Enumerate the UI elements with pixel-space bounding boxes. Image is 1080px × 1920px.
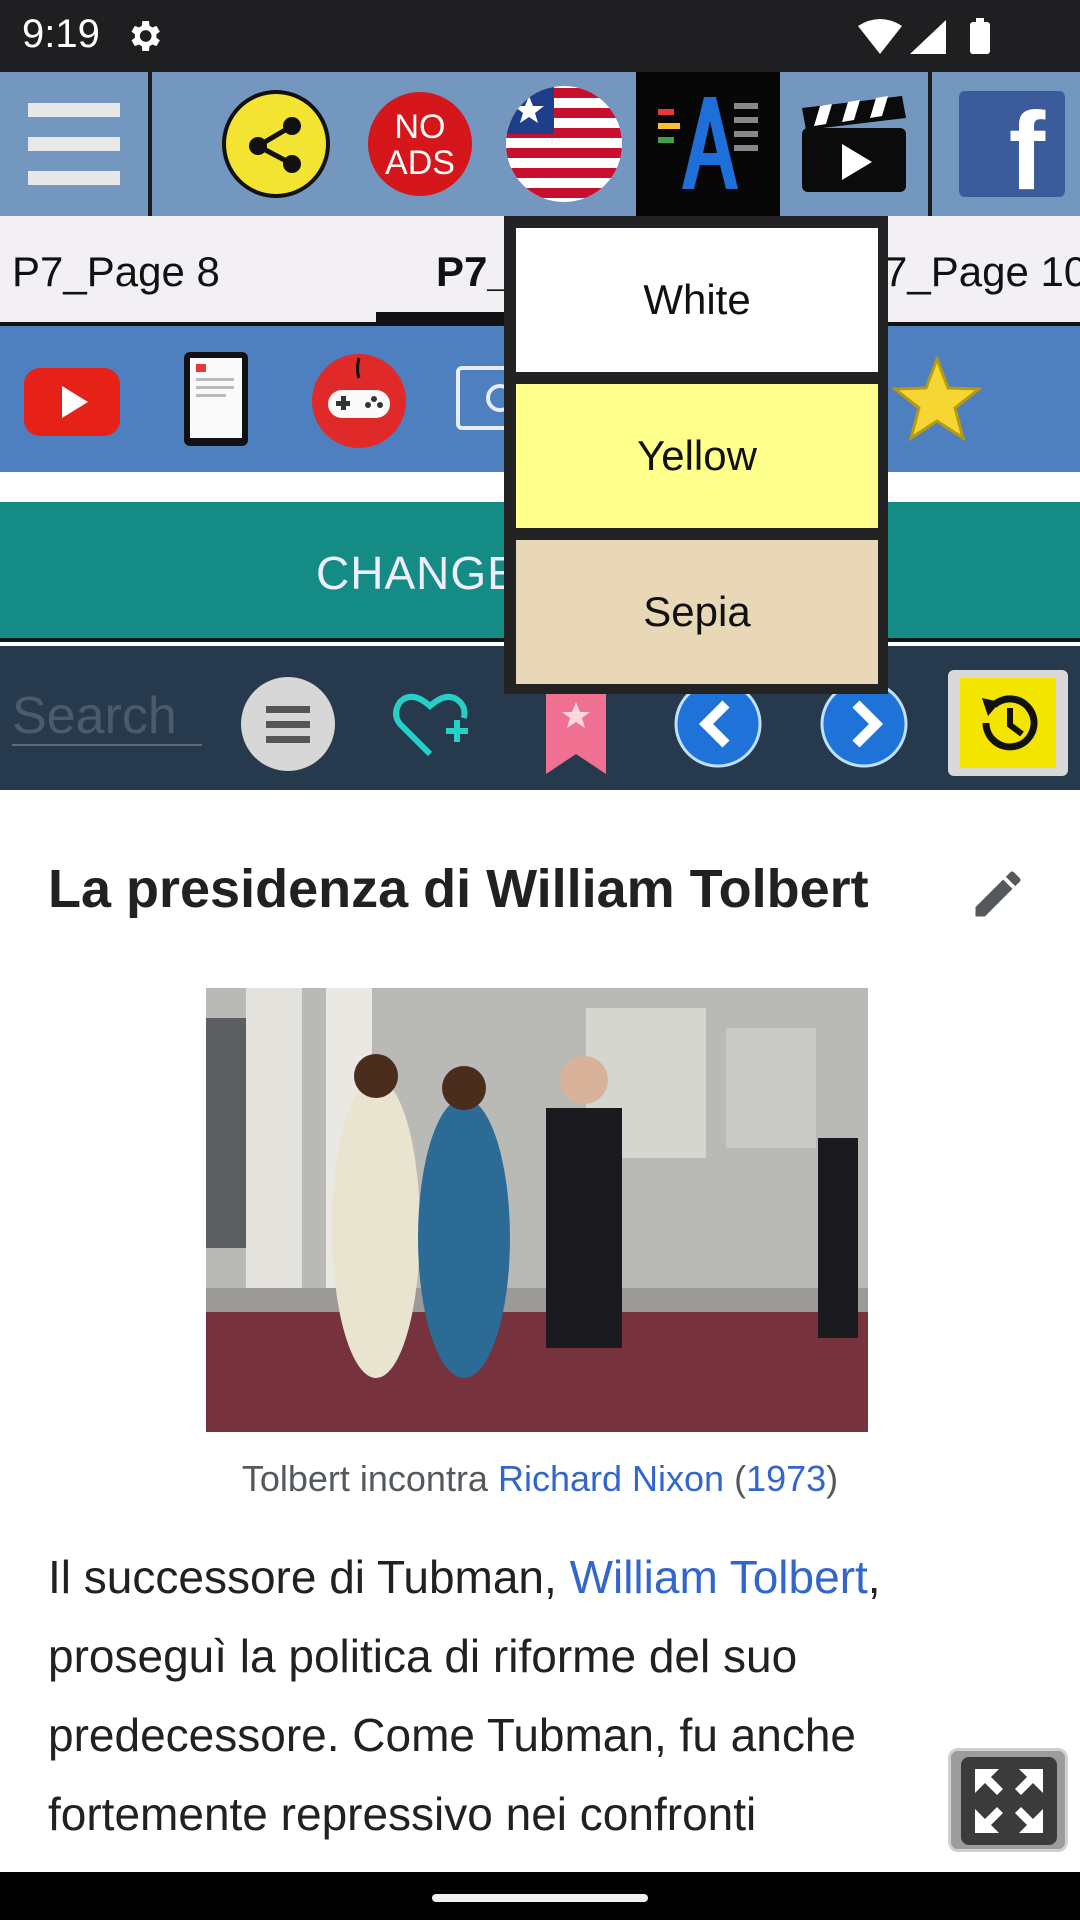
fullscreen-button[interactable] — [948, 1748, 1068, 1852]
article-paragraph: Il successore di Tubman, William Tolbert… — [48, 1551, 881, 1840]
language-flag-button[interactable] — [500, 72, 628, 216]
text-size-button[interactable] — [636, 72, 780, 216]
liberia-flag-icon — [506, 86, 622, 202]
list-menu-icon[interactable] — [240, 676, 336, 772]
change-button-label: CHANGE — [316, 547, 519, 599]
svg-text:ADS: ADS — [385, 144, 455, 182]
link-william-tolbert[interactable]: William Tolbert — [570, 1551, 868, 1603]
history-icon — [960, 678, 1056, 768]
share-icon — [222, 90, 330, 198]
no-ads-icon: NO ADS — [368, 92, 472, 196]
status-bar: 9:19 — [0, 0, 1080, 72]
background-color-dropdown: White Yellow Sepia — [504, 216, 888, 694]
share-button[interactable] — [216, 72, 336, 216]
facebook-button[interactable]: f — [944, 72, 1080, 216]
color-option-white[interactable]: White — [516, 228, 878, 372]
favorite-star-icon[interactable] — [892, 356, 982, 442]
svg-text:f: f — [1009, 90, 1046, 199]
edit-pencil-icon[interactable] — [968, 864, 1028, 924]
video-button[interactable] — [780, 72, 928, 216]
youtube-icon[interactable] — [24, 368, 120, 436]
add-favorite-heart-icon[interactable] — [392, 688, 472, 760]
toolbar-divider — [928, 72, 932, 216]
wifi-icon — [858, 19, 902, 54]
status-time: 9:19 — [22, 12, 100, 56]
battery-icon — [970, 22, 990, 54]
history-button[interactable] — [948, 670, 1068, 776]
caption-link-1973[interactable]: 1973 — [746, 1458, 826, 1499]
search-input[interactable] — [12, 688, 202, 746]
toolbar-divider — [148, 72, 152, 216]
active-tab-indicator — [376, 312, 506, 324]
clapperboard-icon — [802, 96, 906, 192]
tab-page-10[interactable]: 7_Page 10 — [884, 248, 1080, 296]
caption-link-richard-nixon[interactable]: Richard Nixon — [498, 1458, 724, 1499]
hamburger-icon — [28, 103, 120, 185]
article-title: La presidenza di William Tolbert — [48, 859, 869, 919]
status-icons — [858, 18, 990, 54]
photo-caption: Tolbert incontra Richard Nixon (1973) — [241, 1458, 839, 1499]
top-toolbar: NO ADS f — [0, 72, 1080, 216]
tab-page-8[interactable]: P7_Page 8 — [12, 248, 220, 296]
signal-icon — [910, 20, 946, 54]
color-option-sepia[interactable]: Sepia — [516, 540, 878, 684]
game-controller-icon[interactable] — [310, 352, 408, 450]
ebook-reader-icon[interactable] — [182, 350, 250, 448]
bookmark-icon[interactable] — [544, 686, 608, 776]
svg-text:NO: NO — [395, 108, 446, 146]
font-size-icon — [658, 97, 758, 189]
settings-gear-icon — [131, 21, 160, 51]
article-photo[interactable] — [206, 988, 868, 1432]
fullscreen-icon — [961, 1757, 1057, 1845]
facebook-icon: f — [959, 90, 1065, 199]
hamburger-menu-button[interactable] — [0, 72, 148, 216]
no-ads-button[interactable]: NO ADS — [364, 72, 476, 216]
tab-page-9[interactable]: P7_ — [436, 248, 511, 296]
home-gesture-handle[interactable] — [432, 1894, 648, 1902]
color-option-yellow[interactable]: Yellow — [516, 384, 878, 528]
